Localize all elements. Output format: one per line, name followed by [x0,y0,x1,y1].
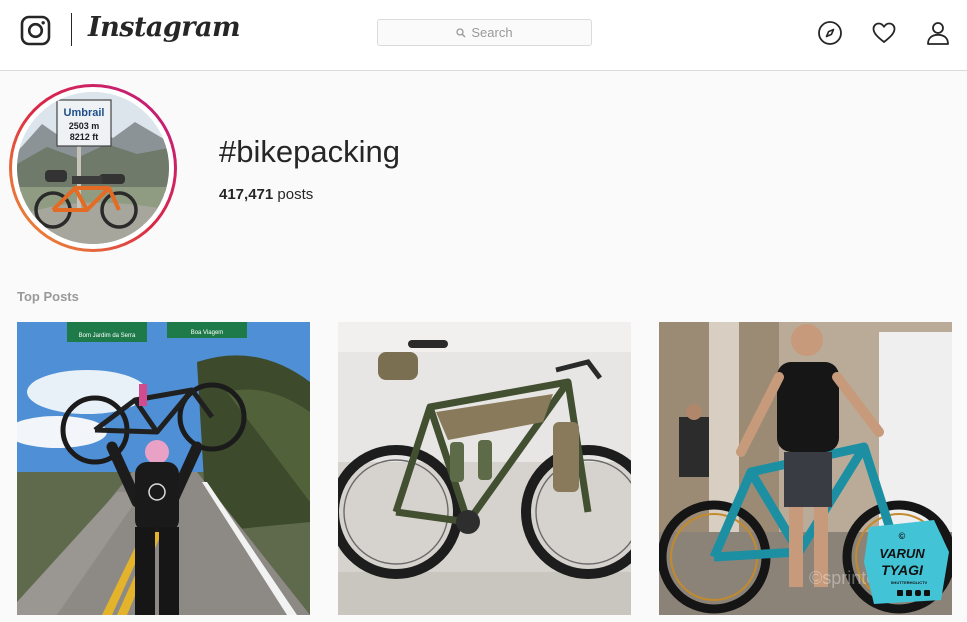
post-count: 417,471 posts [219,186,313,203]
instagram-wordmark[interactable]: Instagram [88,12,241,43]
top-post-image-1: Bom Jardim da Serra Boa Viagem [17,322,310,615]
post-count-number: 417,471 [219,186,274,203]
search-placeholder: Search [471,25,513,40]
hashtag-avatar: Umbrail 2503 m 8212 ft [9,84,177,252]
top-posts-label: Top Posts [17,289,79,304]
road-sign-left-text: Bom Jardim da Serra [79,333,136,339]
compass-icon[interactable] [817,20,843,46]
heart-icon[interactable] [871,20,897,46]
post-count-suffix: posts [273,186,314,203]
search-icon [456,27,466,37]
badge-name: VARUN [879,546,925,561]
top-post-tile-2[interactable] [338,322,631,615]
hashtag-avatar-image: Umbrail 2503 m 8212 ft [17,92,169,244]
top-post-tile-3[interactable]: ©sprintcycl © VARUN TYAGI SHUTTERHOLICTV [659,322,952,615]
badge-tagline: SHUTTERHOLICTV [891,580,928,585]
badge-surname: TYAGI [881,562,924,578]
search-input[interactable]: Search [377,19,592,46]
road-sign-right-text: Boa Viagem [191,330,224,336]
instagram-camera-logo-icon[interactable] [20,15,51,46]
hashtag-title: #bikepacking [219,134,400,169]
logo-divider [71,13,72,46]
user-icon[interactable] [925,20,951,46]
top-post-image-2 [338,322,631,615]
sign-text-1: Umbrail [64,107,105,119]
badge-copyright: © [899,531,906,541]
sign-text-3: 8212 ft [70,132,99,142]
top-navigation-bar: Instagram Search [0,0,967,71]
top-post-tile-1[interactable]: Bom Jardim da Serra Boa Viagem [17,322,310,615]
top-post-image-3: ©sprintcycl © VARUN TYAGI SHUTTERHOLICTV [659,322,952,615]
sign-text-2: 2503 m [69,121,100,131]
